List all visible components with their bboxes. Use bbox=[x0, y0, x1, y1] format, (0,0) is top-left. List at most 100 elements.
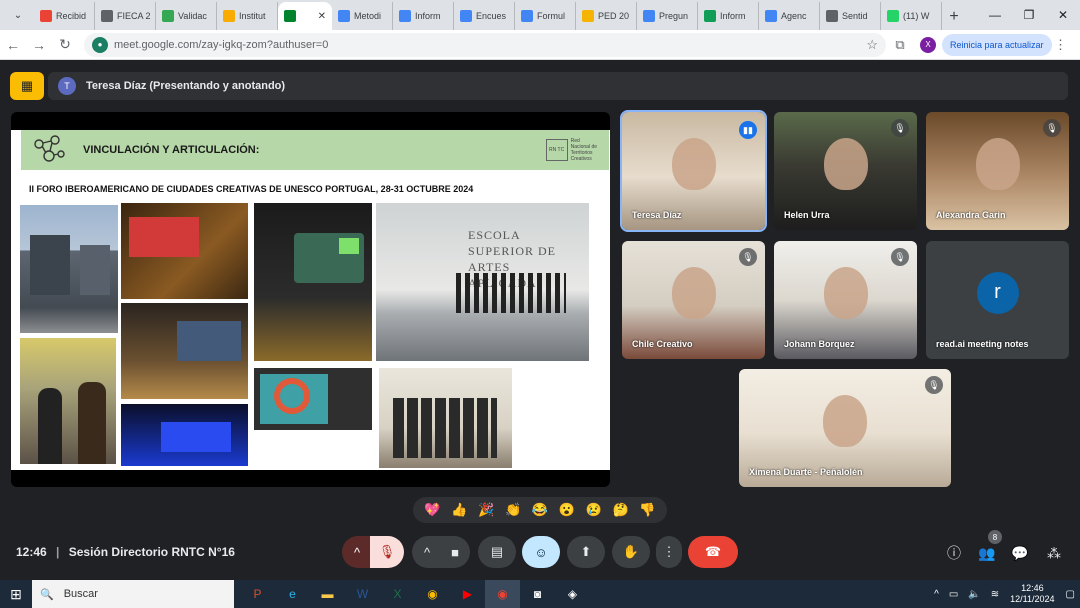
reaction-emoji[interactable]: 👎 bbox=[639, 502, 655, 518]
meet-icon bbox=[284, 10, 296, 22]
reaction-emoji[interactable]: 🤔 bbox=[612, 502, 628, 518]
chevron-up-icon[interactable]: ^ bbox=[934, 589, 939, 600]
captions-icon: ▤ bbox=[490, 544, 504, 559]
browser-toolbar: ← → ↻ ● meet.google.com/zay-igkq-zom?aut… bbox=[0, 30, 1080, 60]
wifi-icon[interactable]: ≋ bbox=[991, 589, 999, 600]
browser-tab[interactable]: Recibid bbox=[34, 2, 95, 30]
reaction-emoji[interactable]: 🎉 bbox=[478, 502, 494, 518]
reaction-emoji[interactable]: 😢 bbox=[586, 502, 602, 518]
reaction-emoji[interactable]: 👏 bbox=[505, 502, 521, 518]
people-icon[interactable]: 👥 bbox=[975, 541, 999, 565]
video-options-button[interactable]: ^ bbox=[412, 536, 442, 568]
photo-stage-speaker bbox=[254, 203, 372, 361]
camera-toggle-button[interactable]: ■ bbox=[440, 536, 470, 568]
browser-tab[interactable]: Pregun bbox=[637, 2, 698, 30]
browser-tab[interactable]: ✕ bbox=[278, 2, 332, 30]
camera-app-icon[interactable]: ◙ bbox=[520, 580, 555, 608]
windows-start-icon[interactable]: ⊞ bbox=[0, 586, 32, 603]
participant-name: Teresa Díaz bbox=[632, 210, 682, 220]
present-screen-button[interactable]: ⬆ bbox=[567, 536, 605, 568]
browser-tab[interactable]: Sentid bbox=[820, 2, 881, 30]
hand-icon: ✋ bbox=[622, 544, 640, 559]
profile-avatar[interactable]: X bbox=[920, 36, 936, 53]
mic-toggle-button[interactable]: 🎙 bbox=[370, 536, 404, 568]
browser-tab[interactable]: Institut bbox=[217, 2, 278, 30]
chrome-icon[interactable]: ◉ bbox=[415, 580, 450, 608]
browser-tab[interactable]: Encues bbox=[454, 2, 515, 30]
activities-icon[interactable]: ⁂ bbox=[1042, 541, 1066, 565]
participant-tile[interactable]: 🎙 Alexandra Garin bbox=[926, 112, 1069, 230]
browser-tab[interactable]: Agenc bbox=[759, 2, 820, 30]
tab-search-button[interactable]: ⌄ bbox=[6, 3, 30, 27]
audio-options-button[interactable]: ^ bbox=[342, 536, 372, 568]
reaction-emoji[interactable]: 😮 bbox=[559, 502, 575, 518]
address-bar[interactable]: ● meet.google.com/zay-igkq-zom?authuser=… bbox=[84, 32, 886, 57]
participant-tile[interactable]: ▮▮ Teresa Díaz bbox=[620, 110, 767, 232]
tab-label: Pregun bbox=[659, 11, 689, 21]
meeting-details-icon[interactable]: ⓘ bbox=[942, 541, 966, 565]
browser-tab[interactable]: PED 20 bbox=[576, 2, 637, 30]
participant-tile[interactable]: 🎙 Chile Creativo bbox=[622, 241, 765, 359]
back-icon[interactable]: ← bbox=[0, 37, 26, 53]
browser-tab[interactable]: (11) W bbox=[881, 2, 942, 30]
excel-icon[interactable]: X bbox=[380, 580, 415, 608]
participant-tile[interactable]: 🎙 Ximena Duarte - Peñalolén bbox=[739, 369, 951, 487]
bookmark-star-icon[interactable]: ☆ bbox=[866, 37, 878, 53]
network-icon[interactable]: ▭ bbox=[949, 589, 958, 600]
browser-tab[interactable]: Inform bbox=[393, 2, 454, 30]
taskbar-clock[interactable]: 12:46 12/11/2024 bbox=[1010, 583, 1054, 605]
presentation-stage[interactable]: VINCULACIÓN Y ARTICULACIÓN: RN TC Red Na… bbox=[11, 112, 610, 487]
photo-blue-screen bbox=[121, 404, 248, 466]
word-icon[interactable]: W bbox=[345, 580, 380, 608]
photo-escola-superior: ESCOLA SUPERIOR DE ARTES APLICADA bbox=[376, 203, 589, 361]
reactions-button[interactable]: ☺ bbox=[522, 536, 560, 568]
site-icon bbox=[223, 10, 235, 22]
participant-tile[interactable]: 🎙 Helen Urra bbox=[774, 112, 917, 230]
mic-off-icon: 🎙 bbox=[739, 248, 757, 266]
browser-tab[interactable]: FIECA 2 bbox=[95, 2, 156, 30]
participant-tile[interactable]: 🎙 Johann Borquez bbox=[774, 241, 917, 359]
close-tab-icon[interactable]: ✕ bbox=[318, 11, 326, 22]
close-window-icon[interactable]: ✕ bbox=[1046, 8, 1080, 22]
participant-tile[interactable]: r read.ai meeting notes bbox=[926, 241, 1069, 359]
volume-icon[interactable]: 🔈 bbox=[968, 589, 980, 600]
search-icon: 🔍 bbox=[40, 588, 54, 601]
browser-tab[interactable]: Inform bbox=[698, 2, 759, 30]
leave-call-button[interactable]: ☎ bbox=[688, 536, 738, 568]
new-tab-button[interactable]: + bbox=[942, 8, 966, 26]
youtube-icon[interactable]: ▶ bbox=[450, 580, 485, 608]
chrome-profile-icon[interactable]: ◉ bbox=[485, 580, 520, 608]
slides-icon bbox=[582, 10, 594, 22]
captions-button[interactable]: ▤ bbox=[478, 536, 516, 568]
site-info-icon[interactable]: ● bbox=[92, 36, 108, 53]
raise-hand-button[interactable]: ✋ bbox=[612, 536, 650, 568]
powerpoint-icon[interactable]: P bbox=[240, 580, 275, 608]
taskbar-search-placeholder: Buscar bbox=[63, 588, 98, 600]
notifications-icon[interactable]: ▢ bbox=[1066, 589, 1075, 600]
forward-icon[interactable]: → bbox=[26, 37, 52, 53]
extensions-icon[interactable]: ⧉ bbox=[886, 37, 914, 53]
restart-to-update-button[interactable]: Reinicia para actualizar bbox=[942, 33, 1052, 56]
file-explorer-icon[interactable]: ▬ bbox=[310, 580, 345, 608]
present-icon: ⬆ bbox=[580, 544, 592, 559]
clock-date: 12/11/2024 bbox=[1010, 594, 1055, 604]
edge-icon[interactable]: e bbox=[275, 580, 310, 608]
more-options-button[interactable]: ⋮ bbox=[656, 536, 682, 568]
browser-tab[interactable]: Validac bbox=[156, 2, 217, 30]
minimize-icon[interactable]: — bbox=[978, 8, 1012, 22]
maximize-icon[interactable]: ❐ bbox=[1012, 8, 1046, 22]
reaction-emoji[interactable]: 💖 bbox=[424, 502, 440, 518]
reload-icon[interactable]: ↻ bbox=[52, 36, 78, 53]
browser-tab[interactable]: Metodi bbox=[332, 2, 393, 30]
chat-icon[interactable]: 💬 bbox=[1008, 541, 1032, 565]
participant-name: Alexandra Garin bbox=[936, 210, 1006, 220]
reaction-emoji[interactable]: 👍 bbox=[451, 502, 467, 518]
whatsapp-icon bbox=[887, 10, 899, 22]
browser-menu-icon[interactable]: ⋮ bbox=[1052, 37, 1070, 53]
stop-presenting-button[interactable]: ▦ bbox=[10, 72, 44, 100]
taskbar-search[interactable]: 🔍 Buscar bbox=[32, 580, 234, 608]
browser-tab[interactable]: Formul bbox=[515, 2, 576, 30]
tab-label: Metodi bbox=[354, 11, 382, 21]
app-icon[interactable]: ◈ bbox=[555, 580, 590, 608]
reaction-emoji[interactable]: 😂 bbox=[532, 502, 548, 518]
